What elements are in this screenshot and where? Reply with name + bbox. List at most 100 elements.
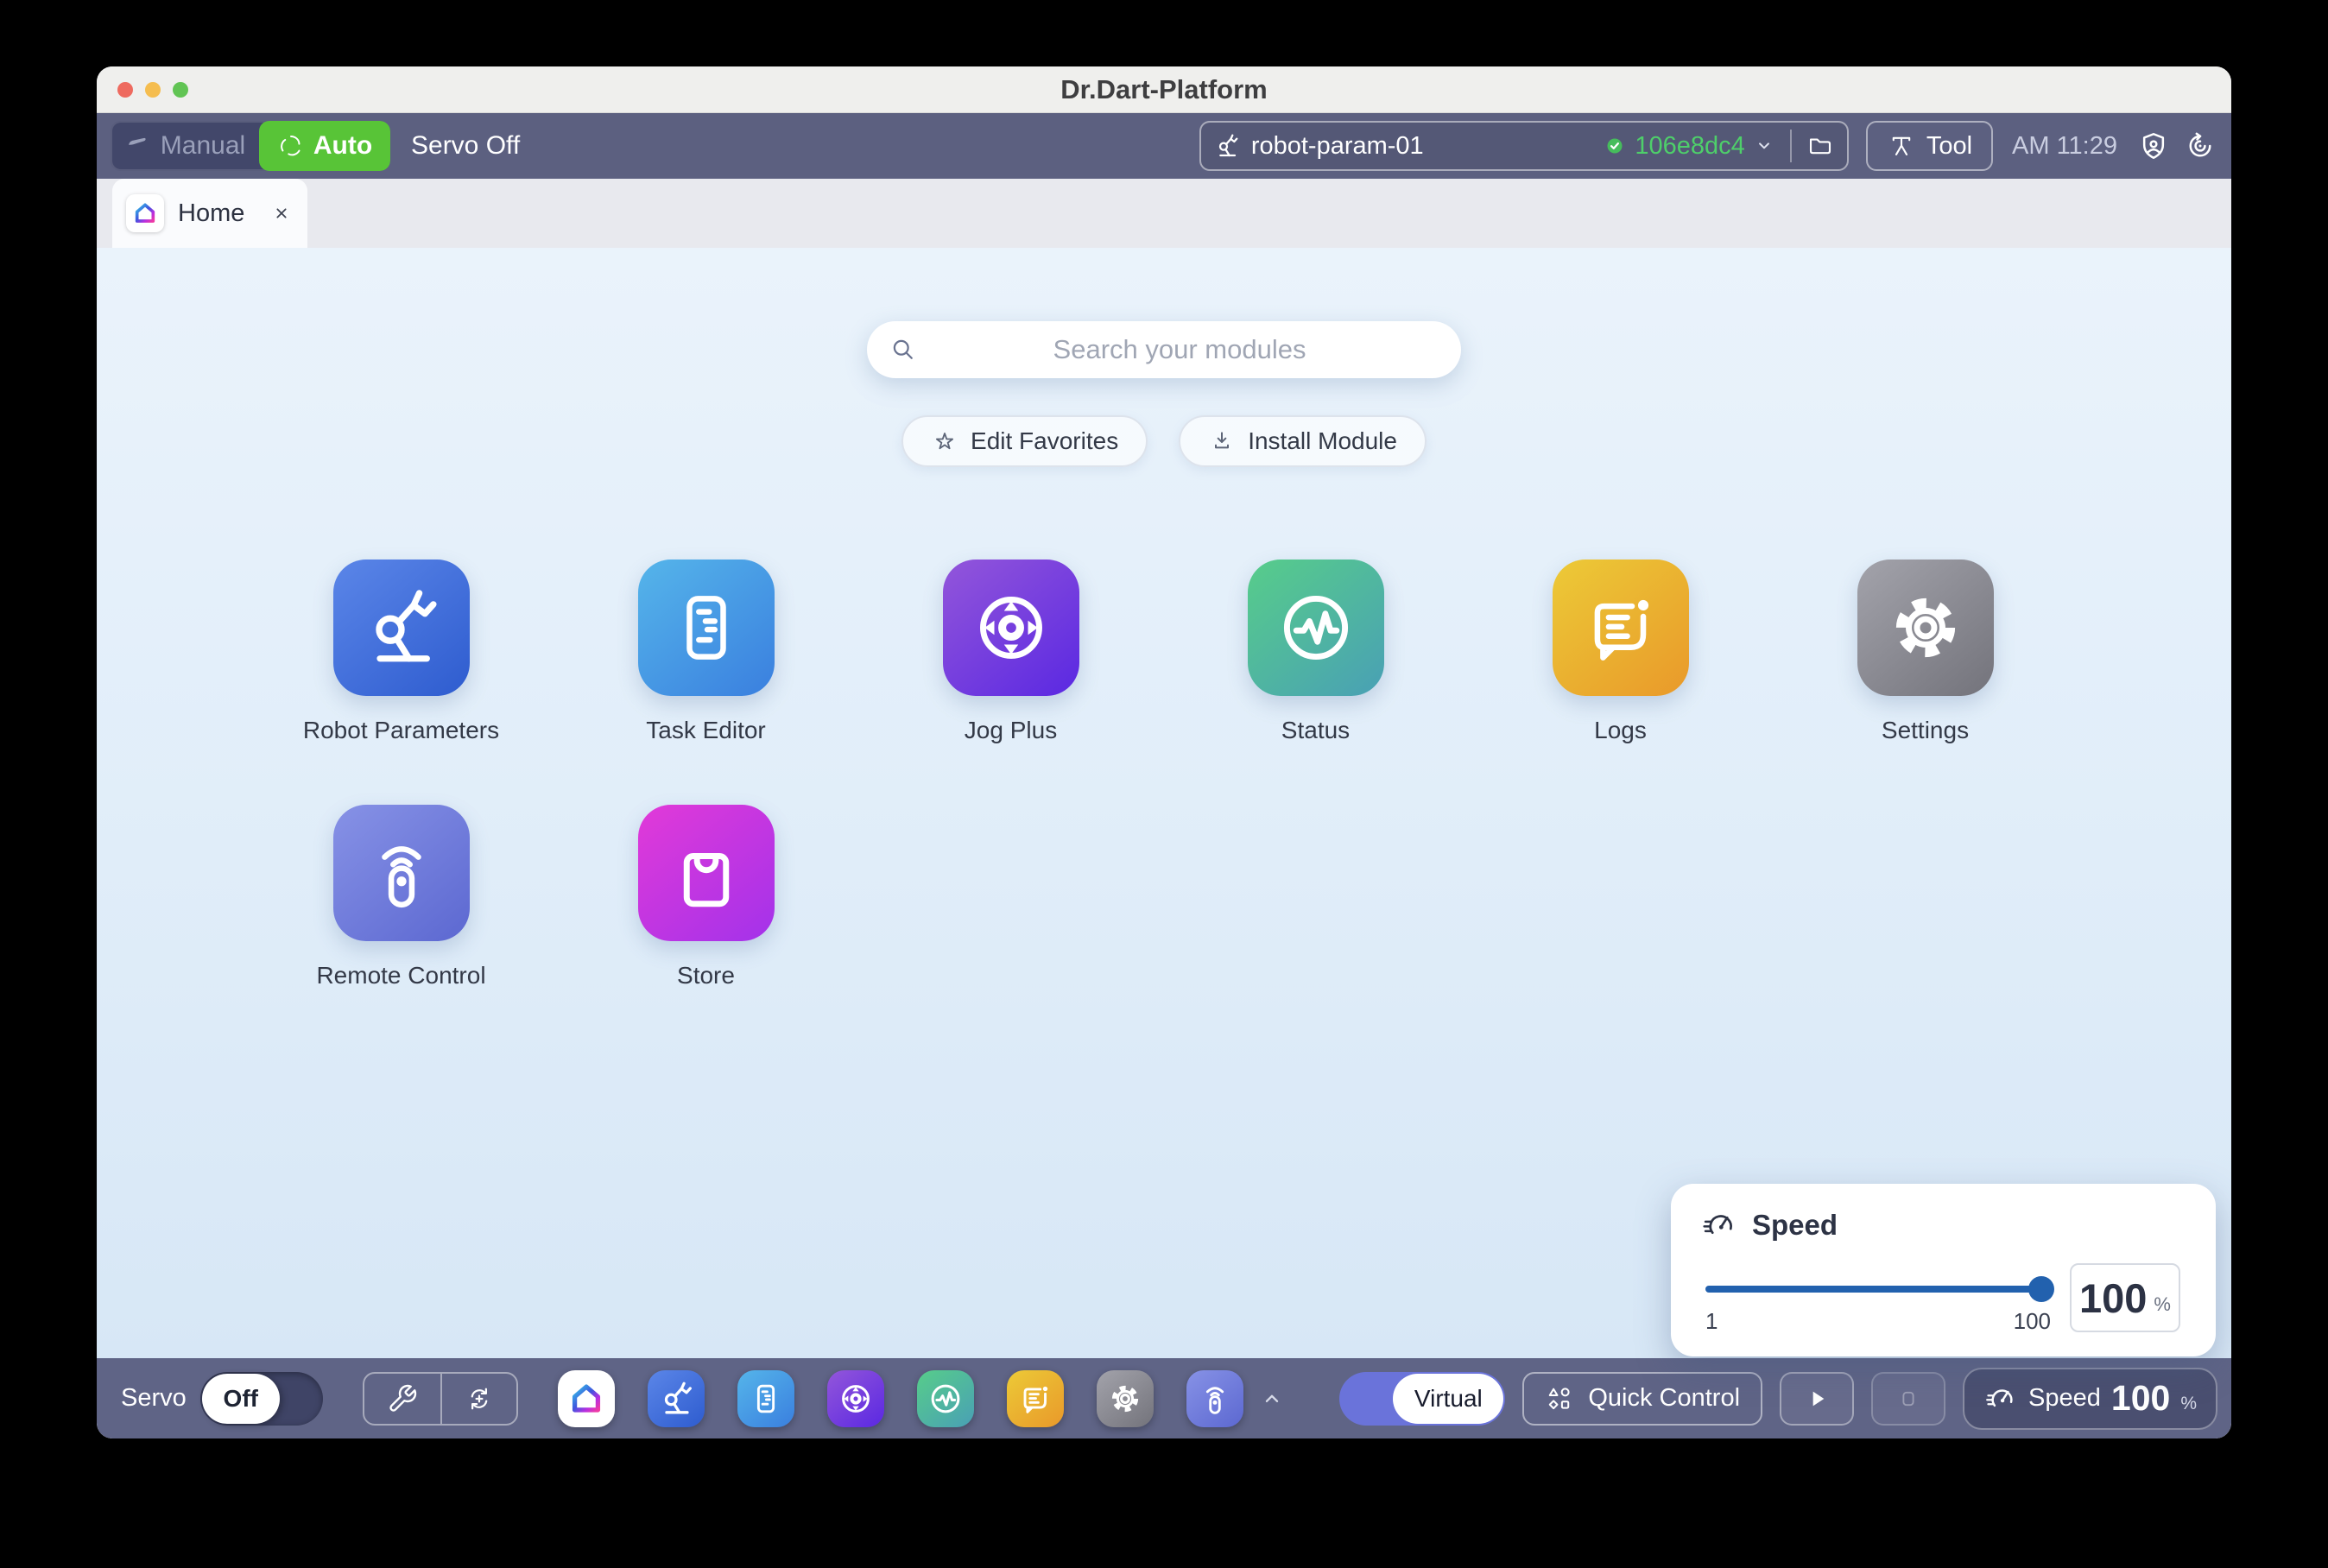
robot-tool-group — [363, 1372, 518, 1426]
chat-log-icon — [1553, 560, 1689, 696]
remote-icon — [1195, 1379, 1235, 1419]
speed-indicator-chip[interactable]: Speed 100 % — [1963, 1368, 2217, 1430]
gear-icon — [1105, 1379, 1145, 1419]
module-settings[interactable]: Settings — [1773, 560, 2078, 744]
play-icon — [1803, 1385, 1831, 1413]
speedometer-icon — [1983, 1381, 2018, 1416]
stop-button[interactable] — [1871, 1372, 1945, 1426]
tab-bar: Home — [97, 179, 2231, 248]
pulse-icon — [1248, 560, 1384, 696]
module-jog-plus[interactable]: Jog Plus — [858, 560, 1163, 744]
speed-value-box[interactable]: 100 % — [2070, 1263, 2180, 1332]
tool-stand-icon — [1887, 131, 1916, 161]
robot-selector[interactable]: robot-param-01 106e8dc4 — [1199, 121, 1849, 171]
dock-jog-plus[interactable] — [827, 1370, 884, 1427]
task-document-icon — [746, 1379, 786, 1419]
install-module-button[interactable]: Install Module — [1179, 415, 1427, 467]
tool-button-label: Tool — [1926, 132, 1972, 161]
virtual-toggle-knob[interactable]: Virtual — [1393, 1374, 1503, 1424]
speed-max-label: 100 — [2014, 1308, 2051, 1335]
module-status[interactable]: Status — [1163, 560, 1468, 744]
play-button[interactable] — [1780, 1372, 1854, 1426]
speed-panel: Speed 1 100 100 % — [1671, 1184, 2216, 1356]
mode-segmented-control: Manual Auto — [111, 121, 390, 171]
dock-task-editor[interactable] — [737, 1370, 794, 1427]
close-window-button[interactable] — [117, 82, 133, 98]
speed-slider[interactable] — [1705, 1275, 2051, 1303]
search-icon — [888, 334, 919, 365]
servo-status-text: Servo Off — [411, 131, 520, 161]
chip-speed-value: 100 — [2111, 1378, 2170, 1419]
dock-status[interactable] — [917, 1370, 974, 1427]
servo-toggle-knob[interactable]: Off — [202, 1374, 280, 1424]
zoom-window-button[interactable] — [173, 82, 188, 98]
tab-home[interactable]: Home — [112, 179, 307, 248]
chip-speed-unit: % — [2180, 1394, 2197, 1414]
tool-button[interactable]: Tool — [1866, 121, 1993, 171]
robot-name: robot-param-01 — [1251, 132, 1424, 161]
home-icon — [131, 199, 159, 227]
quick-control-label: Quick Control — [1588, 1384, 1740, 1413]
robot-arm-icon — [656, 1379, 696, 1419]
module-robot-parameters[interactable]: Robot Parameters — [249, 560, 554, 744]
mode-auto-button[interactable]: Auto — [259, 121, 390, 171]
virtual-real-toggle[interactable]: Virtual — [1339, 1372, 1505, 1426]
chevron-down-icon[interactable] — [1752, 134, 1776, 158]
close-icon[interactable] — [269, 201, 294, 225]
module-remote-control[interactable]: Remote Control — [249, 805, 554, 989]
manual-hand-icon — [124, 132, 152, 160]
dock-settings[interactable] — [1097, 1370, 1154, 1427]
module-store[interactable]: Store — [554, 805, 858, 989]
speed-panel-title: Speed — [1752, 1209, 1838, 1242]
chip-speed-label: Speed — [2028, 1384, 2101, 1413]
module-label: Task Editor — [646, 717, 766, 744]
speed-slider-track[interactable] — [1705, 1286, 2051, 1293]
module-logs[interactable]: Logs — [1468, 560, 1773, 744]
wrench-icon — [387, 1383, 418, 1414]
user-shield-icon[interactable] — [2136, 129, 2171, 163]
dock-robot-parameters[interactable] — [648, 1370, 705, 1427]
clock-text: AM 11:29 — [2012, 132, 2117, 161]
action-row: Edit Favorites Install Module — [97, 415, 2231, 467]
recovery-timer-icon[interactable] — [2183, 129, 2217, 163]
speed-slider-handle[interactable] — [2028, 1276, 2054, 1302]
module-label: Settings — [1882, 717, 1969, 744]
module-label: Logs — [1594, 717, 1647, 744]
titlebar: Dr.Dart-Platform — [97, 66, 2231, 113]
workcell-setup-button[interactable] — [364, 1374, 440, 1424]
module-task-editor[interactable]: Task Editor — [554, 560, 858, 744]
speed-unit: % — [2154, 1293, 2171, 1316]
module-label: Robot Parameters — [303, 717, 499, 744]
quick-control-button[interactable]: Quick Control — [1522, 1372, 1762, 1426]
servo-toggle[interactable]: Off — [200, 1372, 323, 1426]
home-tab-icon-tile — [126, 194, 164, 232]
divider — [1790, 130, 1792, 162]
download-icon — [1208, 427, 1236, 455]
task-document-icon — [638, 560, 775, 696]
search-input[interactable] — [919, 333, 1440, 366]
speed-panel-header: Speed — [1700, 1206, 1838, 1244]
robot-id: 106e8dc4 — [1635, 132, 1744, 161]
robot-arm-icon — [333, 560, 470, 696]
gear-icon — [1857, 560, 1994, 696]
mode-manual-button[interactable]: Manual — [111, 121, 259, 171]
module-search-bar — [867, 321, 1461, 378]
module-grid-row-2: Remote Control Store — [249, 805, 858, 989]
dock-home[interactable] — [558, 1370, 615, 1427]
dock-logs[interactable] — [1007, 1370, 1064, 1427]
app-window: Dr.Dart-Platform Manual Auto Servo Off r… — [97, 66, 2231, 1438]
dock-remote-control[interactable] — [1186, 1370, 1243, 1427]
chevron-up-icon[interactable] — [1257, 1384, 1287, 1413]
edit-favorites-label: Edit Favorites — [971, 427, 1118, 455]
shopping-bag-icon — [638, 805, 775, 941]
folder-icon[interactable] — [1806, 131, 1835, 161]
servo-label: Servo — [121, 1384, 187, 1413]
star-icon — [931, 427, 958, 455]
mode-auto-label: Auto — [313, 131, 372, 161]
update-robot-button[interactable] — [440, 1374, 516, 1424]
module-label: Status — [1281, 717, 1350, 744]
minimize-window-button[interactable] — [145, 82, 161, 98]
edit-favorites-button[interactable]: Edit Favorites — [901, 415, 1148, 467]
speedometer-icon — [1700, 1206, 1738, 1244]
speed-min-label: 1 — [1705, 1308, 1718, 1335]
